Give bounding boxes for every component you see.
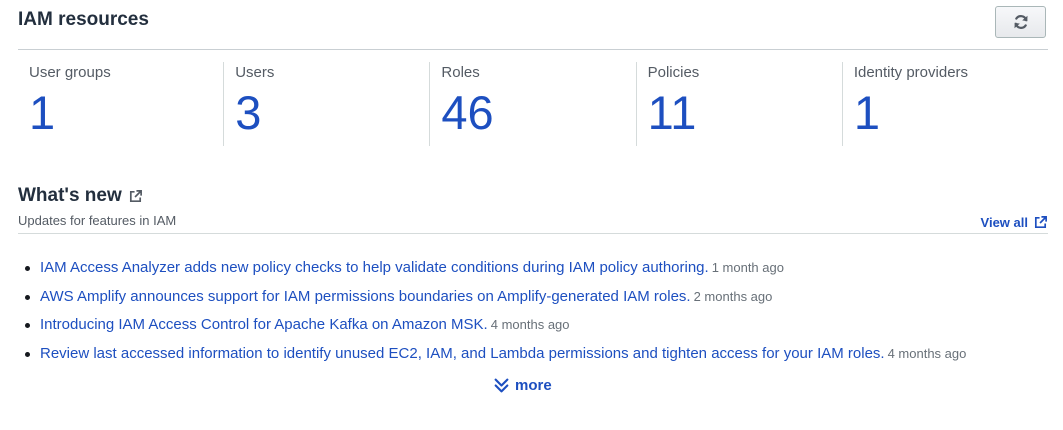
divider [18, 233, 1048, 234]
identity-providers-count-link[interactable]: 1 [854, 87, 880, 139]
iam-resources-title: IAM resources [18, 9, 149, 30]
more-button[interactable]: more [493, 377, 552, 394]
news-link[interactable]: Review last accessed information to iden… [40, 345, 885, 362]
news-list: IAM Access Analyzer adds new policy chec… [22, 258, 966, 372]
view-all-link[interactable]: View all [981, 215, 1048, 230]
news-link[interactable]: Introducing IAM Access Control for Apach… [40, 316, 488, 333]
stat-label: Policies [647, 64, 700, 81]
view-all-label: View all [980, 215, 1028, 230]
whats-new-title[interactable]: What's new [18, 185, 122, 207]
policies-count-link[interactable]: 11 [648, 87, 697, 139]
refresh-button[interactable] [995, 6, 1046, 38]
users-count-link[interactable]: 3 [235, 87, 261, 139]
stat-user-groups: User groups 1 [18, 62, 223, 146]
divider [18, 49, 1048, 50]
stat-label: Roles [441, 64, 480, 81]
stat-identity-providers: Identity providers 1 [841, 62, 1048, 146]
news-timestamp: 4 months ago [490, 317, 570, 332]
list-item: Introducing IAM Access Control for Apach… [22, 315, 966, 344]
stat-label: User groups [29, 64, 111, 81]
resource-stats: User groups 1 Users 3 Roles 46 Policies … [18, 62, 1048, 146]
stat-users: Users 3 [223, 62, 429, 146]
more-label: more [515, 377, 552, 394]
stat-label: Identity providers [853, 64, 969, 81]
whats-new-heading: What's new [18, 185, 143, 207]
whats-new-subtitle: Updates for features in IAM [18, 213, 177, 228]
list-item: AWS Amplify announces support for IAM pe… [22, 287, 966, 316]
double-chevron-down-icon [494, 378, 509, 393]
refresh-icon [1014, 15, 1027, 29]
user-groups-count-link[interactable]: 1 [29, 87, 55, 139]
news-timestamp: 2 months ago [693, 288, 773, 304]
list-item: IAM Access Analyzer adds new policy chec… [22, 258, 966, 287]
stat-roles: Roles 46 [429, 62, 635, 146]
news-link[interactable]: AWS Amplify announces support for IAM pe… [40, 288, 691, 305]
news-link[interactable]: IAM Access Analyzer adds new policy chec… [40, 259, 709, 276]
roles-count-link[interactable]: 46 [441, 87, 493, 139]
external-link-icon [1034, 216, 1047, 229]
external-link-icon[interactable] [128, 189, 143, 204]
stat-label: Users [235, 64, 275, 81]
list-item: Review last accessed information to iden… [22, 344, 966, 373]
news-timestamp: 1 month ago [711, 260, 784, 275]
news-timestamp: 4 months ago [887, 345, 967, 361]
stat-policies: Policies 11 [635, 62, 842, 146]
